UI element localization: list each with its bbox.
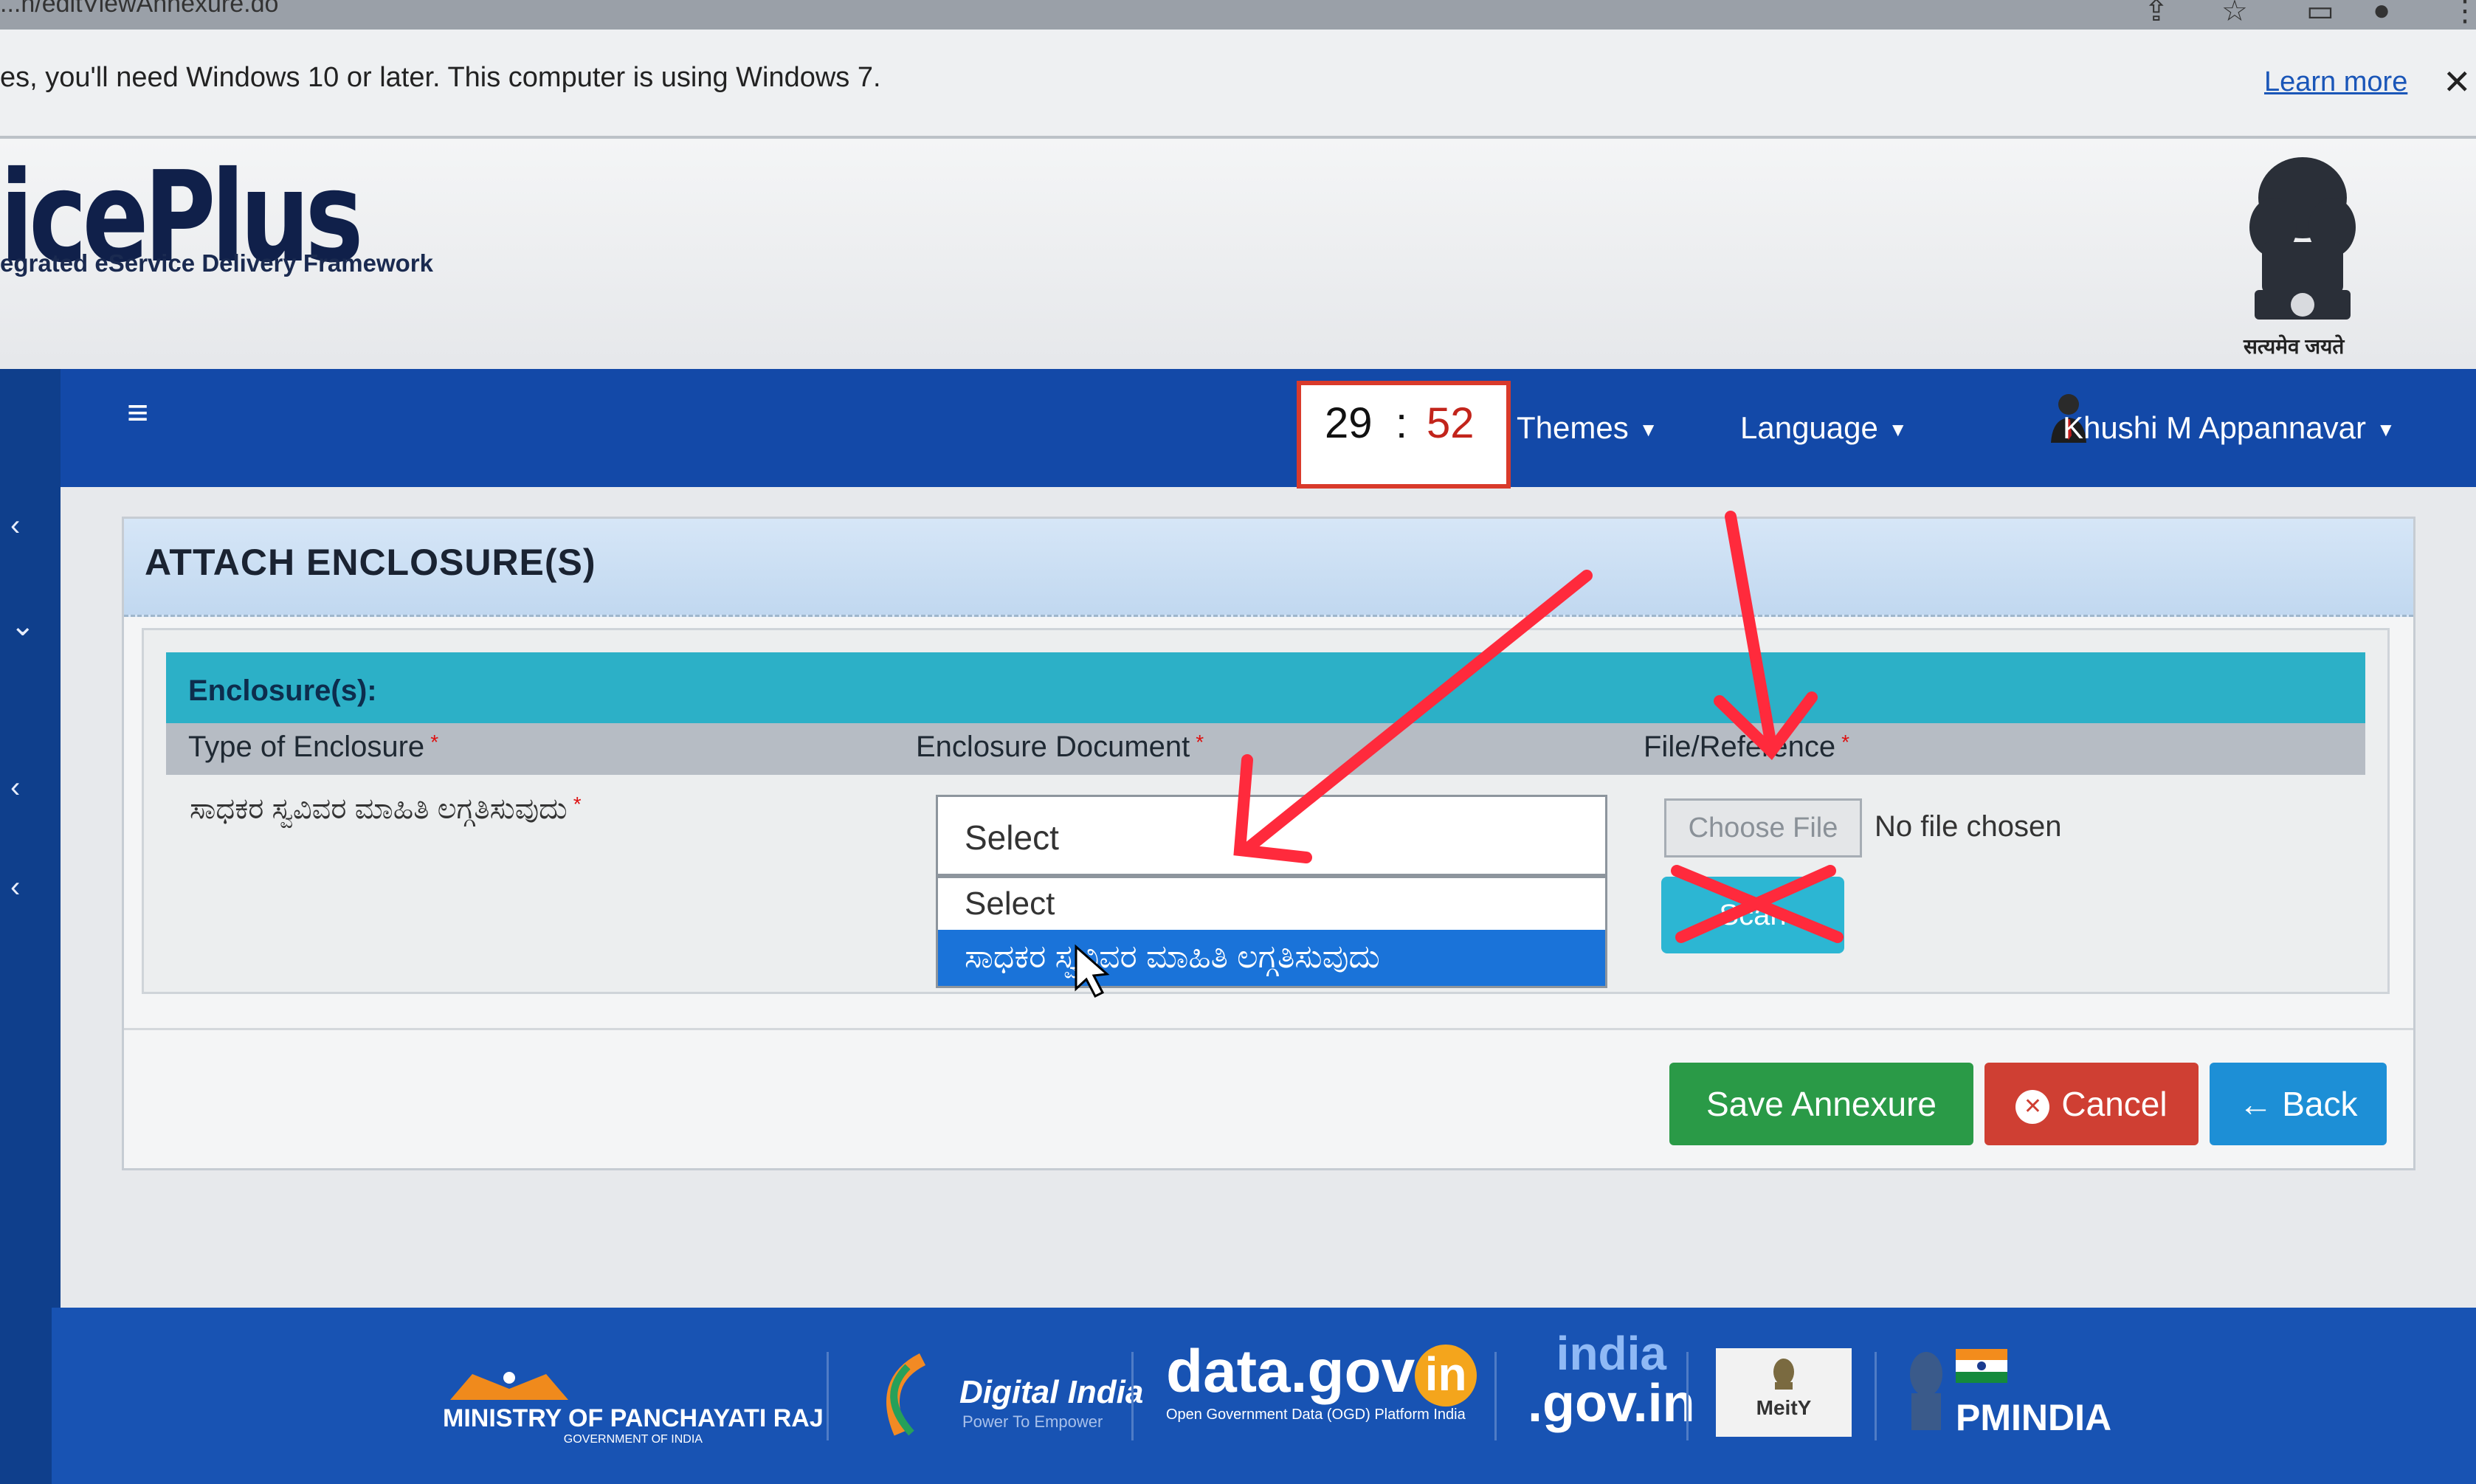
divider	[124, 1028, 2413, 1030]
panchayati-subtext: GOVERNMENT OF INDIA	[563, 1433, 703, 1446]
data-gov-logo[interactable]: data.gov in Open Government Data (OGD) Pl…	[1166, 1337, 1477, 1423]
site-header: icePlus egrated eService Delivery Framew…	[0, 139, 2476, 381]
digital-india-logo[interactable]: Digital India Power To Empower	[871, 1352, 1143, 1444]
data-gov-text: data.gov	[1166, 1338, 1415, 1405]
user-name: Khushi M Appannavar	[2063, 410, 2366, 445]
divider	[1686, 1352, 1689, 1440]
scan-button[interactable]: Scan	[1661, 877, 1844, 953]
column-header-document: Enclosure Document *	[916, 731, 1204, 763]
profile-icon[interactable]: ●	[2373, 0, 2390, 27]
bookmark-star-icon[interactable]: ☆	[2221, 0, 2248, 28]
share-icon[interactable]: ⇪	[2144, 0, 2169, 28]
enclosure-table-header: Type of Enclosure * Enclosure Document * F…	[166, 723, 2365, 775]
address-bar[interactable]: ...n/editViewAnnexure.do	[0, 0, 278, 18]
chevron-down-icon[interactable]: ⌄	[10, 609, 35, 643]
divider	[1875, 1352, 1877, 1440]
india-gov-bottom-text: .gov.in	[1528, 1374, 1695, 1433]
close-icon[interactable]: ✕	[2443, 62, 2472, 102]
hamburger-menu-icon[interactable]: ≡	[127, 391, 148, 434]
session-timer: 29 : 52	[1297, 381, 1511, 489]
caret-down-icon: ▼	[1638, 418, 1658, 441]
digital-india-text: Digital India	[959, 1374, 1144, 1410]
dropdown-option-select[interactable]: Select	[938, 878, 1605, 930]
divider	[827, 1352, 829, 1440]
meity-logo[interactable]: MeitY	[1716, 1348, 1852, 1437]
pmindia-text: PMINDIA	[1956, 1397, 2112, 1438]
page-title: ATTACH ENCLOSURE(S)	[145, 542, 596, 583]
caret-down-icon: ▼	[1888, 418, 1908, 441]
notice-message: es, you'll need Windows 10 or later. Thi…	[0, 62, 881, 93]
top-navbar: ≡ 29 : 52 Themes ▼ Language ▼ Khushi M App…	[61, 369, 2476, 489]
data-gov-in-badge: in	[1415, 1345, 1477, 1407]
digital-india-swirl-icon	[886, 1353, 926, 1436]
chevron-left-icon[interactable]: ‹	[10, 871, 20, 904]
enclosure-type-label: ಸಾಧಕರ ಸ್ವವಿವರ ಮಾಹಿತಿ ಲಗ್ಗತಿಸುವುದು *	[190, 793, 582, 825]
panchayati-raj-logo[interactable]: MINISTRY OF PANCHAYATI RAJ GOVERNMENT OF…	[443, 1367, 824, 1446]
select-current-value: Select	[965, 818, 1059, 857]
meity-emblem-icon	[1773, 1359, 1794, 1390]
india-gov-logo[interactable]: india .gov.in	[1528, 1330, 1695, 1430]
enclosure-section-label: Enclosure(s):	[188, 674, 377, 707]
column-header-type: Type of Enclosure *	[188, 731, 439, 763]
divider	[1494, 1352, 1497, 1440]
panchayati-text: MINISTRY OF PANCHAYATI RAJ	[443, 1404, 824, 1432]
national-emblem-icon	[2249, 157, 2356, 320]
choose-file-button[interactable]: Choose File	[1664, 798, 1862, 857]
cancel-button[interactable]: ✕ Cancel	[1984, 1063, 2199, 1145]
india-flag-icon	[1956, 1349, 2007, 1383]
chevron-left-icon[interactable]: ‹	[10, 771, 20, 804]
enclosure-document-options: Select ಸಾಧಕರ ಸ್ವವಿವರ ಮಾಹಿತಿ ಲಗ್ಗತಿಸುವುದು	[936, 876, 1607, 988]
data-gov-subtext: Open Government Data (OGD) Platform Indi…	[1166, 1407, 1466, 1423]
themes-label: Themes	[1517, 410, 1629, 445]
learn-more-link[interactable]: Learn more	[2264, 66, 2407, 98]
timer-separator: :	[1396, 399, 1408, 447]
timer-seconds: 52	[1427, 399, 1475, 447]
column-header-file: File/Reference *	[1644, 731, 1850, 763]
caret-down-icon: ▼	[2376, 418, 2396, 441]
menu-dots-icon[interactable]: ⋮	[2450, 0, 2476, 28]
dropdown-option-profile-attachment[interactable]: ಸಾಧಕರ ಸ್ವವಿವರ ಮಾಹಿತಿ ಲಗ್ಗತಿಸುವುದು	[938, 930, 1605, 986]
cancel-x-icon: ✕	[2015, 1089, 2050, 1124]
language-dropdown[interactable]: Language ▼	[1740, 410, 1908, 446]
chevron-left-icon[interactable]: ‹	[10, 509, 20, 542]
panchayati-emblem-icon	[450, 1372, 568, 1400]
attach-enclosure-panel: ATTACH ENCLOSURE(S) Enclosure(s): Type o…	[122, 517, 2415, 1170]
emblem-icon	[1910, 1352, 1942, 1430]
enclosure-section-header: Enclosure(s):	[166, 652, 2365, 723]
panel-header: ATTACH ENCLOSURE(S)	[124, 519, 2413, 617]
windows-notice-bar: es, you'll need Windows 10 or later. Thi…	[0, 30, 2476, 139]
enclosure-section: Enclosure(s): Type of Enclosure * Enclosu…	[142, 628, 2390, 994]
language-label: Language	[1740, 410, 1878, 445]
file-status-text: No file chosen	[1875, 810, 2062, 843]
timer-minutes: 29	[1325, 399, 1373, 447]
arrow-left-icon: ←	[2238, 1085, 2273, 1123]
enclosure-document-select[interactable]: Select	[936, 795, 1607, 876]
user-menu-dropdown[interactable]: Khushi M Appannavar ▼	[2063, 410, 2396, 446]
save-annexure-button[interactable]: Save Annexure	[1669, 1063, 1973, 1145]
tab-icon[interactable]: ▭	[2306, 0, 2334, 28]
india-gov-top-text: india	[1556, 1327, 1666, 1380]
emblem-caption: सत्यमेव जयते	[2244, 335, 2345, 358]
pmindia-logo[interactable]: PMINDIA	[1904, 1345, 2111, 1438]
divider	[1131, 1352, 1134, 1440]
partner-logos-footer: MINISTRY OF PANCHAYATI RAJ GOVERNMENT OF…	[52, 1308, 2476, 1484]
site-tagline: egrated eService Delivery Framework	[0, 249, 433, 277]
digital-india-subtext: Power To Empower	[962, 1412, 1103, 1431]
browser-toolbar: ...n/editViewAnnexure.do ⇪ ☆ ▭ ● ⋮	[0, 0, 2476, 30]
meity-text: MeitY	[1756, 1396, 1812, 1419]
themes-dropdown[interactable]: Themes ▼	[1517, 410, 1658, 446]
back-button[interactable]: ← Back	[2210, 1063, 2387, 1145]
